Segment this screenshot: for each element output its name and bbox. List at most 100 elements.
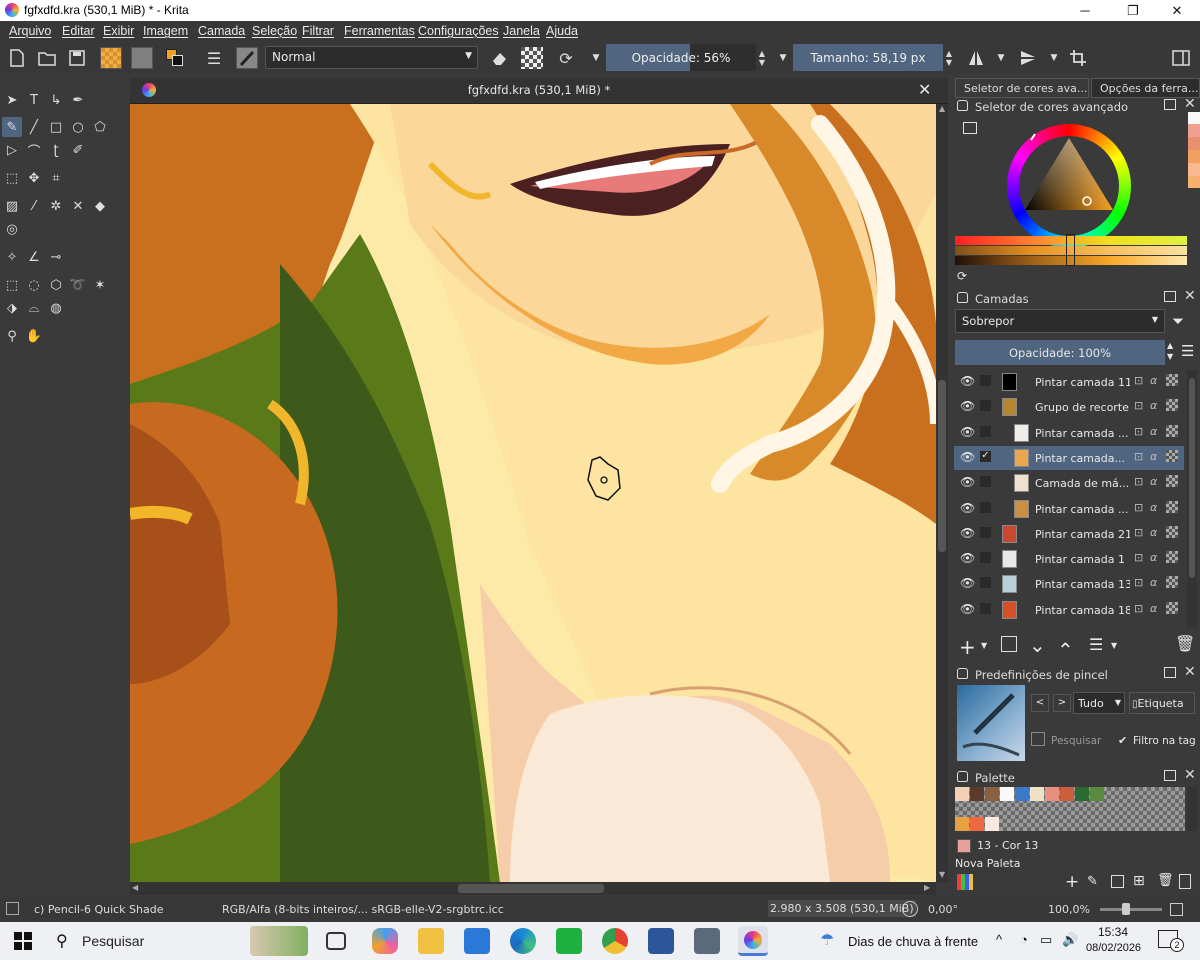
menu-imagem[interactable]: Imagem xyxy=(143,24,188,38)
size-spin-icon[interactable]: ▲ ▼ xyxy=(943,47,955,69)
inherit-alpha-icon[interactable] xyxy=(1166,374,1178,386)
filter-icon[interactable]: ⏷ xyxy=(1172,312,1184,330)
palette-grid[interactable] xyxy=(955,787,1185,831)
tab-color-selector[interactable]: Seletor de cores ava... xyxy=(955,78,1089,98)
eye-icon[interactable]: 👁 xyxy=(960,526,975,540)
layer-row[interactable]: 👁 Pintar camada 11 ⊡ α xyxy=(954,370,1184,394)
lock-icon[interactable] xyxy=(957,668,968,679)
chrome-icon[interactable] xyxy=(602,928,628,954)
size-slider[interactable]: Tamanho: 58,19 px xyxy=(793,44,943,71)
ellipse-tool-icon[interactable]: ○ xyxy=(68,117,88,137)
layer-blend-mode-select[interactable]: Sobrepor ▼ xyxy=(955,309,1165,333)
lock-icon[interactable]: ⊡ xyxy=(1134,551,1143,564)
brush-settings-icon[interactable]: ☰ xyxy=(203,47,225,69)
float-icon[interactable] xyxy=(1164,99,1176,110)
palette-swatch[interactable] xyxy=(955,787,969,801)
float-icon[interactable] xyxy=(1164,770,1176,781)
lock-icon[interactable] xyxy=(957,100,968,111)
rect-select-icon[interactable]: ⬚ xyxy=(2,275,22,295)
alpha-icon[interactable]: α xyxy=(1150,425,1157,438)
layer-row[interactable]: 👁 Pintar camada 21 ⊡ α xyxy=(954,522,1184,546)
magic-wand-icon[interactable]: ✶ xyxy=(90,275,110,295)
whatsapp-like-icon[interactable] xyxy=(556,928,582,954)
assistant-icon[interactable]: ✧ xyxy=(2,247,22,267)
close-icon[interactable]: ✕ xyxy=(1184,767,1196,783)
mirror-horizontal-icon[interactable] xyxy=(965,47,987,69)
menu-ajuda[interactable]: Ajuda xyxy=(546,24,578,38)
lock-icon[interactable]: ⊡ xyxy=(1134,602,1143,615)
inherit-alpha-icon[interactable] xyxy=(1166,475,1178,488)
palette-swatch[interactable] xyxy=(1075,787,1089,801)
menu-filtrar[interactable]: Filtrar xyxy=(302,24,334,38)
float-icon[interactable] xyxy=(1164,291,1176,302)
layer-row[interactable]: 👁 ✓ Pintar camada... ⊡ α xyxy=(954,445,1184,470)
gradient-swatch-icon[interactable] xyxy=(100,47,122,69)
palette-grid-icon[interactable]: ⊞ xyxy=(1133,873,1145,889)
eye-icon[interactable]: 👁 xyxy=(960,450,975,464)
workspace-icon[interactable] xyxy=(1170,47,1192,69)
current-brush-preview[interactable] xyxy=(957,685,1025,761)
alpha-icon[interactable]: α xyxy=(1150,374,1157,387)
freehand-select-icon[interactable]: ➰ xyxy=(68,275,88,295)
palette-swatch[interactable] xyxy=(1045,787,1059,801)
opacity-slider[interactable]: Opacidade: 56% xyxy=(606,44,756,71)
bezier-select-icon[interactable]: ⌓ xyxy=(24,298,44,318)
bezier-tool-icon[interactable]: ⌒ xyxy=(24,140,44,160)
open-folder-icon[interactable] xyxy=(36,47,58,69)
palette-selector-icon[interactable] xyxy=(957,874,973,890)
edge-browser-icon[interactable] xyxy=(510,928,536,954)
chevron-down-icon[interactable]: ▼ xyxy=(981,641,987,650)
layer-row[interactable]: 👁 Pintar camada 13 ⊡ α xyxy=(954,572,1184,596)
saturation-value-triangle[interactable] xyxy=(1007,124,1131,248)
chevron-down-icon[interactable]: ▼ xyxy=(585,47,607,69)
layer-row[interactable]: 👁 Pintar camada 18 ⊡ α xyxy=(954,598,1184,622)
transform-tool-icon[interactable]: ⬚ xyxy=(2,168,22,188)
delete-palette-icon[interactable]: 🗑 xyxy=(1157,873,1174,888)
file-explorer-icon[interactable] xyxy=(418,928,444,954)
alpha-icon[interactable]: α xyxy=(1150,501,1157,514)
zoom-tool-icon[interactable]: ⚲ xyxy=(2,326,22,346)
layer-row[interactable]: 👁 Grupo de recorte... ⊡ α xyxy=(954,395,1184,419)
etiqueta-button[interactable]: ▯Etiqueta xyxy=(1129,692,1195,714)
alpha-icon[interactable]: α xyxy=(1150,576,1157,589)
pan-tool-icon[interactable]: ✋ xyxy=(24,326,44,346)
calligraphy-icon[interactable]: ✒ xyxy=(68,90,88,110)
vertical-scrollbar[interactable]: ▲ ▼ xyxy=(936,104,948,882)
layer-checkbox[interactable] xyxy=(980,552,991,564)
recent-colors-strip[interactable] xyxy=(1188,112,1200,188)
clock-date[interactable]: 08/02/2026 xyxy=(1086,942,1141,954)
ellipse-select-icon[interactable]: ◌ xyxy=(24,275,44,295)
word-icon[interactable] xyxy=(648,928,674,954)
menu-camada[interactable]: Camada xyxy=(198,24,245,38)
layer-row[interactable]: 👁 Pintar camada ... ⊡ α xyxy=(954,421,1184,445)
palette-swatch[interactable] xyxy=(970,787,984,801)
chevron-up-icon[interactable]: ^ xyxy=(996,932,1002,947)
eye-icon[interactable]: 👁 xyxy=(960,475,975,489)
inherit-alpha-icon[interactable] xyxy=(1166,399,1178,412)
magnetic-select-icon[interactable]: ◍ xyxy=(46,298,66,318)
minimize-button[interactable]: ─ xyxy=(1062,0,1108,21)
lock-icon[interactable]: ⊡ xyxy=(1134,475,1143,488)
palette-swatch[interactable] xyxy=(985,817,999,831)
palette-swatch[interactable] xyxy=(955,817,969,831)
alpha-icon[interactable]: α xyxy=(1150,602,1157,615)
move-tool-icon[interactable]: ✥ xyxy=(24,168,44,188)
document-tab[interactable]: fgfxdfd.kra (530,1 MiB) * ✕ xyxy=(130,78,948,104)
layer-checkbox[interactable] xyxy=(980,602,991,614)
reload-preset-icon[interactable]: ⟳ xyxy=(555,47,577,69)
lock-icon[interactable]: ⊡ xyxy=(1134,526,1143,539)
eraser-icon[interactable] xyxy=(489,47,511,69)
horizontal-scrollbar[interactable]: ◀ ▶ xyxy=(130,882,936,895)
multibrush-icon[interactable]: ✕ xyxy=(68,196,88,216)
lock-icon[interactable] xyxy=(957,292,968,303)
eye-icon[interactable]: 👁 xyxy=(960,374,975,388)
alpha-icon[interactable]: α xyxy=(1150,450,1157,463)
save-icon[interactable] xyxy=(66,47,88,69)
refresh-icon[interactable]: ⟳ xyxy=(957,269,967,283)
lock-icon[interactable]: ⊡ xyxy=(1134,399,1143,412)
inherit-alpha-icon[interactable] xyxy=(1166,449,1178,462)
krita-taskbar-button[interactable] xyxy=(738,926,768,956)
calculator-icon[interactable] xyxy=(694,928,720,954)
palette-swatch[interactable] xyxy=(985,787,999,801)
previous-tag-button[interactable]: < xyxy=(1031,694,1049,712)
